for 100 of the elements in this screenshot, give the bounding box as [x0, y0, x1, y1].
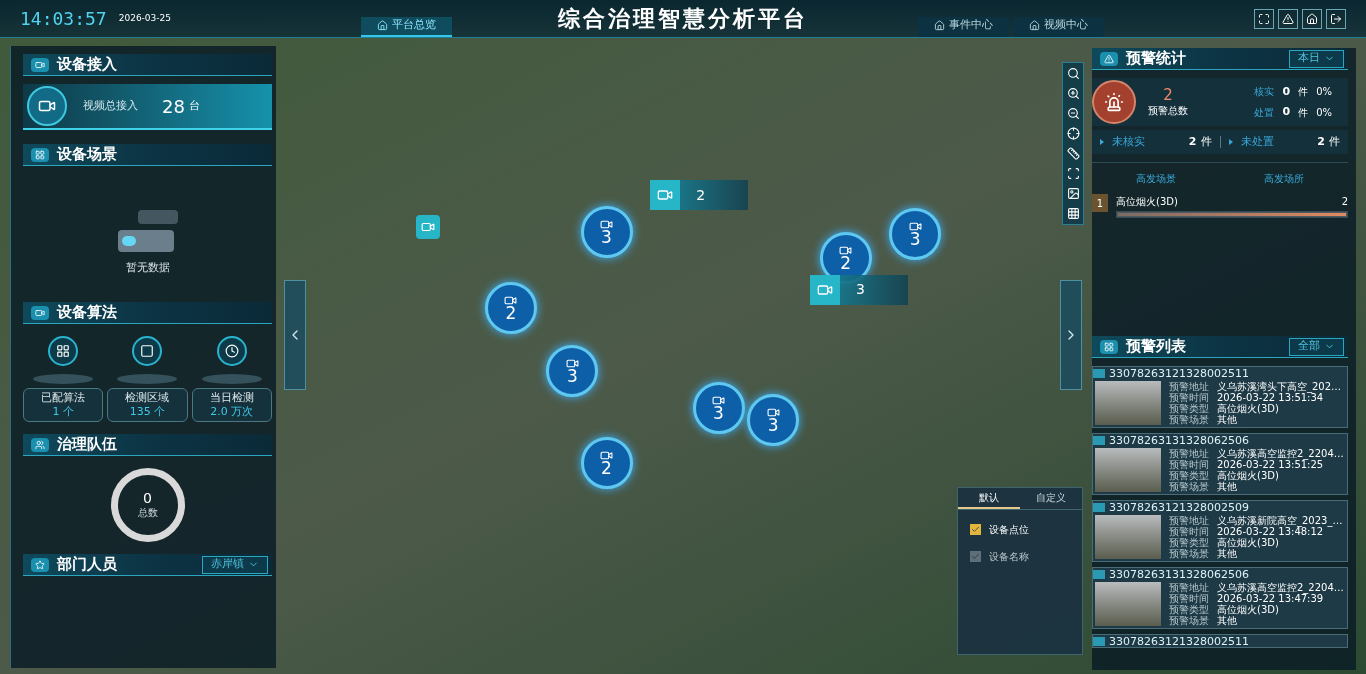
ruler-icon — [1066, 147, 1080, 160]
nav-tab[interactable]: 事件中心 — [918, 16, 1009, 37]
stat-label: 当日检测 — [209, 391, 254, 405]
image-tool[interactable] — [1066, 187, 1080, 200]
filter-dropdown[interactable]: 全部 — [1289, 337, 1344, 356]
grid-icon — [56, 344, 71, 358]
alert-id: 33078263131328062506 — [1109, 568, 1249, 580]
filter-dropdown[interactable]: 本日 — [1289, 49, 1344, 68]
field-value: 其他 — [1217, 481, 1237, 492]
pending-unit: 件 — [1200, 133, 1212, 150]
marker-count: 2 — [505, 305, 517, 322]
access-label: 视频总接入 — [83, 97, 138, 114]
collapse-left-button[interactable] — [284, 280, 306, 390]
alert-id: 33078263121328002509 — [1109, 501, 1249, 513]
image-icon — [1066, 187, 1080, 200]
pending-link[interactable]: 未核实 — [1112, 133, 1145, 151]
field-value: 高位烟火(3D) — [1217, 604, 1279, 615]
frame-icon — [1066, 167, 1080, 180]
people-icon — [31, 437, 49, 452]
logout-button[interactable] — [1326, 8, 1346, 29]
photo-placeholder — [1095, 582, 1161, 626]
field-value: 高位烟火(3D) — [1217, 470, 1279, 481]
home-icon — [377, 20, 388, 31]
field-label: 预警时间 — [1169, 593, 1209, 604]
stat-label: 检测区域 — [125, 391, 170, 405]
camera-flag-marker[interactable]: 3 — [810, 274, 909, 305]
marker-count: 2 — [840, 255, 851, 273]
nav-tab[interactable]: 视频中心 — [1013, 16, 1104, 37]
field-label: 预警地址 — [1169, 381, 1209, 392]
field-label: 预警地址 — [1169, 448, 1209, 459]
field-label: 预警类型 — [1169, 470, 1209, 481]
warning-icon — [1100, 51, 1118, 66]
layer-tab[interactable]: 默认 — [958, 488, 1020, 509]
section-title: 预警列表 — [1126, 336, 1186, 358]
stat-label: 已配算法 — [41, 391, 86, 405]
ranking-name: 高位烟火(3D) — [1116, 195, 1178, 209]
photo-placeholder — [1095, 448, 1161, 492]
nav-tab[interactable]: 平台总览 — [361, 16, 452, 37]
total-label: 预警总数 — [1148, 105, 1188, 118]
marker-count: 3 — [566, 367, 578, 385]
ruler-tool[interactable] — [1066, 147, 1080, 160]
siren-icon — [1092, 80, 1136, 124]
team-value: 0 — [143, 490, 152, 505]
camera-flag-marker[interactable]: 2 — [650, 180, 749, 211]
alert-card[interactable]: 33078263131328062506 预警地址 义乌苏溪高空监控2_2204… 预警时间 2026-03-22 13:47:39 预警类型 高位烟火(3D) 预警场景 其他 — [1092, 567, 1348, 629]
pending-link[interactable]: 未处置 — [1240, 133, 1274, 151]
frame-tool[interactable] — [1066, 167, 1080, 180]
camera-marker[interactable] — [415, 215, 440, 240]
home-icon — [1306, 12, 1318, 25]
marker-count: 3 — [713, 404, 724, 422]
alert-card[interactable]: 33078263121328002509 预警地址 义乌苏溪新院高空_2023_… 预警时间 2026-03-22 13:48:12 预警类型 高位烟火(3D) 预警场景 其他 — [1092, 500, 1348, 562]
rate-unit: 件 — [1298, 105, 1309, 120]
search-tool[interactable] — [1066, 67, 1080, 80]
layer-tab[interactable]: 自定义 — [1020, 488, 1082, 509]
zoom-out-tool[interactable] — [1066, 107, 1080, 120]
alert-card[interactable]: 33078263121328002511 — [1092, 634, 1348, 648]
field-label: 预警场景 — [1169, 548, 1209, 559]
field-label: 预警地址 — [1169, 515, 1209, 526]
alert-card[interactable]: 33078263131328062506 预警地址 义乌苏溪高空监控2_2204… 预警时间 2026-03-22 13:51:25 预警类型 高位烟火(3D) 预警场景 其他 — [1092, 433, 1348, 495]
field-value: 高位烟火(3D) — [1217, 537, 1279, 548]
checkbox[interactable] — [970, 524, 981, 535]
field-value: 义乌苏溪湾头下高空_202… — [1217, 381, 1342, 392]
grid-icon — [31, 147, 49, 162]
field-value: 2026-03-22 13:51:34 — [1217, 392, 1324, 403]
total-value: 2 — [1163, 86, 1173, 106]
marker-count: 3 — [601, 228, 612, 246]
field-value: 其他 — [1217, 615, 1237, 626]
marker-count: 3 — [909, 230, 921, 248]
bullet-icon — [1100, 139, 1104, 145]
home-button[interactable] — [1302, 8, 1322, 29]
rate-value: 0 — [1282, 104, 1291, 120]
target-icon — [1066, 127, 1080, 140]
field-label: 预警场景 — [1169, 414, 1209, 425]
field-value: 2026-03-22 13:48:12 — [1217, 526, 1324, 537]
alert-card[interactable]: 33078263121328002511 预警地址 义乌苏溪湾头下高空_202… 预警时间 2026-03-22 13:51:34 预警类型 高位烟火(3D) 预警场景 其他 — [1092, 366, 1348, 428]
fullscreen-button[interactable] — [1254, 8, 1274, 29]
layer-option-label: 设备点位 — [989, 523, 1029, 537]
grid-tool[interactable] — [1066, 207, 1080, 220]
field-value: 义乌苏溪高空监控2_2204… — [1217, 582, 1344, 593]
date-text: 2026-03-25 — [118, 11, 171, 25]
ranking-value: 2 — [1341, 195, 1348, 209]
stat-value: 135 个 — [129, 405, 166, 419]
field-value: 2026-03-22 13:47:39 — [1217, 593, 1324, 604]
alert-button[interactable] — [1278, 8, 1298, 29]
section-title: 部门人员 — [57, 554, 117, 576]
star-icon — [31, 557, 49, 572]
zoom-in-tool[interactable] — [1066, 87, 1080, 100]
field-label: 预警场景 — [1169, 615, 1209, 626]
section-title: 治理队伍 — [57, 434, 117, 456]
field-label: 预警时间 — [1169, 526, 1209, 537]
column-heading: 高发场所 — [1264, 172, 1304, 186]
target-tool[interactable] — [1066, 127, 1080, 140]
check-icon — [971, 525, 980, 534]
collapse-right-button[interactable] — [1060, 280, 1082, 390]
rate-value: 0 — [1282, 83, 1291, 100]
pending-unit: 件 — [1329, 133, 1340, 150]
filter-dropdown[interactable]: 赤岸镇 — [202, 555, 268, 574]
layer-option-label: 设备名称 — [989, 550, 1029, 564]
section-title: 设备场景 — [57, 144, 117, 166]
pedestal-icon — [201, 374, 262, 384]
